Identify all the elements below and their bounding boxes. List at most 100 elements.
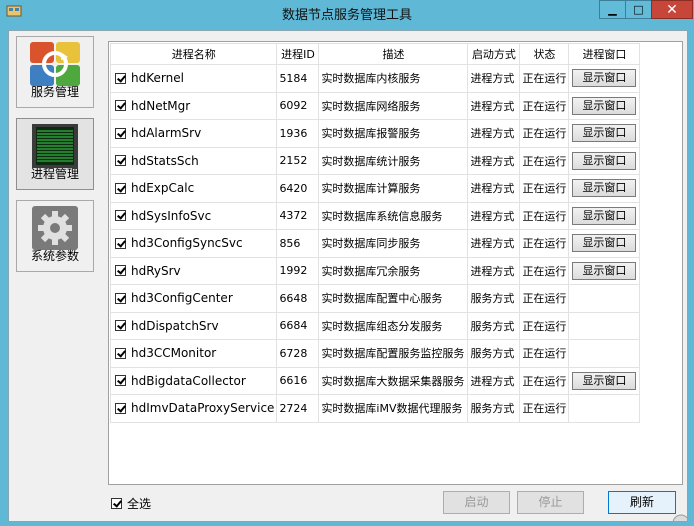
column-header-status[interactable]: 状态 xyxy=(519,43,570,65)
sidebar-item-process-management[interactable]: 进程管理 xyxy=(16,118,94,190)
row-checkbox[interactable] xyxy=(115,375,126,387)
column-header-window[interactable]: 进程窗口 xyxy=(568,43,641,65)
process-name: hd3ConfigSyncSvc xyxy=(131,236,243,251)
process-id-cell: 2152 xyxy=(276,146,320,175)
table-row[interactable]: hdImvDataProxyService 2724 实时数据库iMV数据代理服务服… xyxy=(109,394,641,423)
status-cell: 正在运行 xyxy=(519,366,570,395)
table-row[interactable]: hdNetMgr 6092 实时数据库网络服务 进程方式 正在运行 显示窗口 xyxy=(109,91,641,120)
process-name-cell[interactable]: hdDispatchSrv xyxy=(109,311,278,340)
table-row[interactable]: hdStatsSch 2152 实时数据库统计服务 进程方式 正在运行 显示窗口 xyxy=(109,146,641,175)
start-mode-cell: 服务方式 xyxy=(467,284,521,313)
column-header-pid[interactable]: 进程ID xyxy=(276,43,320,65)
title-bar[interactable]: 数据节点服务管理工具 ▁ □ ✕ xyxy=(0,0,694,26)
sidebar-item-system-parameters[interactable]: 系统参数 xyxy=(16,200,94,272)
process-name: hdNetMgr xyxy=(131,98,191,113)
process-window-cell: 显示窗口 xyxy=(568,119,641,148)
table-row[interactable]: hd3ConfigCenter 6648 实时数据库配置中心服务 服务方式 正在运行 xyxy=(109,284,641,313)
process-name-cell[interactable]: hdExpCalc xyxy=(109,174,278,203)
show-window-button[interactable]: 显示窗口 xyxy=(572,124,637,143)
process-name: hdImvDataProxyService xyxy=(131,401,275,416)
table-row[interactable]: hdDispatchSrv 6684 实时数据库组态分发服务 服务方式 正在运行 xyxy=(109,311,641,340)
row-checkbox[interactable] xyxy=(115,265,126,277)
process-name-cell[interactable]: hd3ConfigSyncSvc xyxy=(109,229,278,258)
maximize-button[interactable]: □ xyxy=(625,0,652,19)
row-checkbox[interactable] xyxy=(115,155,126,167)
process-id-cell: 6648 xyxy=(276,284,320,313)
table-row[interactable]: hdSysInfoSvc 4372 实时数据库系统信息服务 进程方式 正在运行 显示窗口 xyxy=(109,201,641,230)
table-row[interactable]: hdKernel 5184 实时数据库内核服务 进程方式 正在运行 显示窗口 xyxy=(109,64,641,93)
process-name-cell[interactable]: hdBigdataCollector xyxy=(109,366,278,395)
show-window-button[interactable]: 显示窗口 xyxy=(572,261,637,280)
select-all[interactable]: 全选 xyxy=(109,495,151,512)
table-row[interactable]: hd3ConfigSyncSvc 856 实时数据库同步服务 进程方式 正在运行 显示窗口 xyxy=(109,229,641,258)
process-name-cell[interactable]: hdImvDataProxyService xyxy=(109,394,278,423)
status-cell: 正在运行 xyxy=(519,91,570,120)
process-monitor-icon xyxy=(32,124,78,168)
status-cell: 正在运行 xyxy=(519,229,570,258)
show-window-button[interactable]: 显示窗口 xyxy=(572,179,637,198)
app-window: 数据节点服务管理工具 ▁ □ ✕ 服务管理 进程管理 系统参数 进程名称 进程I… xyxy=(0,0,694,526)
show-window-button[interactable]: 显示窗口 xyxy=(572,69,637,88)
row-checkbox[interactable] xyxy=(115,237,126,249)
process-window-cell xyxy=(568,394,641,423)
process-name: hdSysInfoSvc xyxy=(131,208,212,223)
row-checkbox[interactable] xyxy=(115,320,126,332)
sidebar-item-service-management[interactable]: 服务管理 xyxy=(16,36,94,108)
description-cell: 实时数据库iMV数据代理服务 xyxy=(318,394,469,423)
table-row[interactable]: hdRySrv 1992 实时数据库冗余服务 进程方式 正在运行 显示窗口 xyxy=(109,256,641,285)
process-name-cell[interactable]: hd3ConfigCenter xyxy=(109,284,278,313)
row-checkbox[interactable] xyxy=(115,402,126,414)
close-button[interactable]: ✕ xyxy=(651,0,693,19)
row-checkbox[interactable] xyxy=(115,292,126,304)
stop-button[interactable]: 停止 xyxy=(517,491,584,514)
row-checkbox[interactable] xyxy=(115,72,126,84)
process-name-cell[interactable]: hdStatsSch xyxy=(109,146,278,175)
start-mode-cell: 进程方式 xyxy=(467,64,521,93)
column-header-description[interactable]: 描述 xyxy=(318,43,469,65)
start-mode-cell: 进程方式 xyxy=(467,201,521,230)
process-id-cell: 4372 xyxy=(276,201,320,230)
refresh-button[interactable]: 刷新 xyxy=(608,491,676,514)
process-name-cell[interactable]: hdKernel xyxy=(109,64,278,93)
process-name: hdExpCalc xyxy=(131,181,195,196)
table-row[interactable]: hdBigdataCollector 6616 实时数据库大数据采集器服务 进程方式正… xyxy=(109,366,641,395)
show-window-button[interactable]: 显示窗口 xyxy=(572,371,637,390)
row-checkbox[interactable] xyxy=(115,347,126,359)
column-header-start-mode[interactable]: 启动方式 xyxy=(467,43,521,65)
process-table: 进程名称 进程ID 描述 启动方式 状态 进程窗口 hdKernel 5184 实时… xyxy=(109,43,641,423)
row-checkbox[interactable] xyxy=(115,182,126,194)
show-window-button[interactable]: 显示窗口 xyxy=(572,206,637,225)
row-checkbox[interactable] xyxy=(115,210,126,222)
start-mode-cell: 进程方式 xyxy=(467,174,521,203)
process-name-cell[interactable]: hdSysInfoSvc xyxy=(109,201,278,230)
row-checkbox[interactable] xyxy=(115,127,126,139)
process-name-cell[interactable]: hdAlarmSrv xyxy=(109,119,278,148)
row-checkbox[interactable] xyxy=(115,100,126,112)
select-all-checkbox[interactable] xyxy=(111,498,122,509)
process-id-cell: 6728 xyxy=(276,339,320,368)
table-row[interactable]: hdExpCalc 6420 实时数据库计算服务 进程方式 正在运行 显示窗口 xyxy=(109,174,641,203)
table-row[interactable]: hdAlarmSrv 1936 实时数据库报警服务 进程方式 正在运行 显示窗口 xyxy=(109,119,641,148)
minimize-button[interactable]: ▁ xyxy=(599,0,626,19)
start-button[interactable]: 启动 xyxy=(443,491,510,514)
description-cell: 实时数据库网络服务 xyxy=(318,91,469,120)
gear-icon xyxy=(32,206,78,250)
status-cell: 正在运行 xyxy=(519,339,570,368)
show-window-button[interactable]: 显示窗口 xyxy=(572,151,637,170)
description-cell: 实时数据库大数据采集器服务 xyxy=(318,366,469,395)
show-window-button[interactable]: 显示窗口 xyxy=(572,234,637,253)
table-row[interactable]: hd3CCMonitor 6728 实时数据库配置服务监控服务 服务方式 正在运行 xyxy=(109,339,641,368)
process-name-cell[interactable]: hd3CCMonitor xyxy=(109,339,278,368)
start-mode-cell: 进程方式 xyxy=(467,146,521,175)
description-cell: 实时数据库计算服务 xyxy=(318,174,469,203)
column-header-name[interactable]: 进程名称 xyxy=(109,43,278,65)
process-name-cell[interactable]: hdRySrv xyxy=(109,256,278,285)
process-window-cell: 显示窗口 xyxy=(568,201,641,230)
show-window-button[interactable]: 显示窗口 xyxy=(572,96,637,115)
sidebar-item-label: 服务管理 xyxy=(30,85,79,99)
process-id-cell: 6092 xyxy=(276,91,320,120)
resize-grip-icon[interactable] xyxy=(667,511,687,521)
process-name-cell[interactable]: hdNetMgr xyxy=(109,91,278,120)
process-id-cell: 2724 xyxy=(276,394,320,423)
sidebar-item-label: 系统参数 xyxy=(30,249,79,263)
